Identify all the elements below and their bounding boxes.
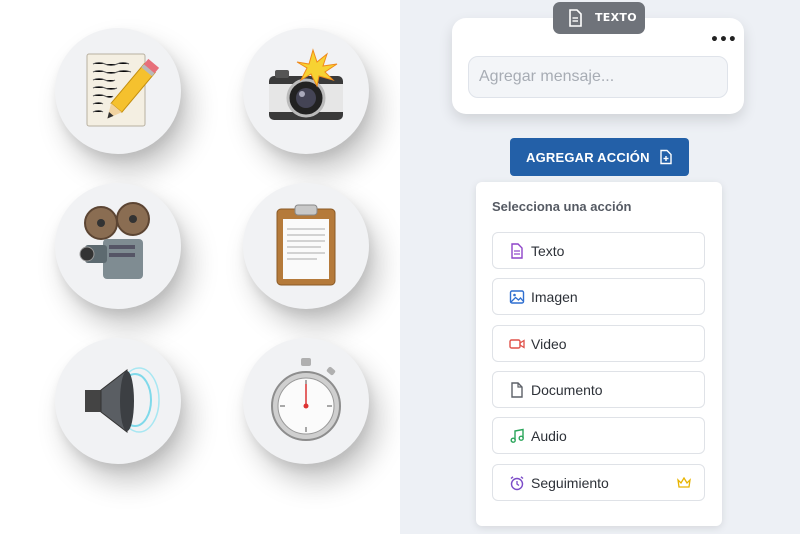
- panel-title: Selecciona una acción: [492, 199, 632, 214]
- action-option-audio[interactable]: Audio: [492, 417, 705, 454]
- option-label: Documento: [531, 382, 603, 398]
- gallery-item[interactable]: [55, 28, 181, 154]
- action-option-texto[interactable]: Texto: [492, 232, 705, 269]
- texto-tab[interactable]: TEXTO: [553, 2, 645, 34]
- add-action-button[interactable]: AGREGAR ACCIÓN: [510, 138, 689, 176]
- gallery-item[interactable]: [55, 338, 181, 464]
- file-text-icon: [511, 243, 523, 259]
- more-options-icon[interactable]: •••: [710, 33, 737, 47]
- film-projector-icon: [79, 202, 150, 279]
- option-label: Imagen: [531, 289, 578, 305]
- document-icon: [511, 382, 523, 398]
- option-label: Audio: [531, 428, 567, 444]
- option-label: Texto: [531, 243, 565, 259]
- gallery-item[interactable]: [243, 183, 369, 309]
- stopwatch-icon: [271, 358, 341, 441]
- gallery-item[interactable]: [243, 338, 369, 464]
- action-option-imagen[interactable]: Imagen: [492, 278, 705, 315]
- add-action-label: AGREGAR ACCIÓN: [526, 150, 650, 165]
- option-label: Video: [531, 336, 567, 352]
- gallery-item[interactable]: [55, 183, 181, 309]
- texto-tab-label: TEXTO: [595, 11, 637, 24]
- action-option-documento[interactable]: Documento: [492, 371, 705, 408]
- speaker-icon: [85, 367, 160, 434]
- alarm-clock-icon: [510, 476, 524, 491]
- option-label: Seguimiento: [531, 475, 609, 491]
- crown-icon: [677, 477, 691, 488]
- action-option-video[interactable]: Video: [492, 325, 705, 362]
- music-note-icon: [510, 428, 524, 443]
- file-text-icon: [569, 9, 582, 27]
- video-icon: [509, 339, 525, 349]
- file-plus-icon: [660, 149, 672, 165]
- image-icon: [509, 290, 525, 304]
- action-option-seguimiento[interactable]: Seguimiento: [492, 464, 705, 501]
- handwritten-note-pencil-icon: [86, 53, 160, 127]
- camera-flash-icon: [269, 48, 343, 120]
- gallery-item[interactable]: [243, 28, 369, 154]
- message-input[interactable]: [468, 56, 728, 98]
- clipboard-icon: [276, 204, 336, 286]
- icon-gallery: [0, 0, 400, 534]
